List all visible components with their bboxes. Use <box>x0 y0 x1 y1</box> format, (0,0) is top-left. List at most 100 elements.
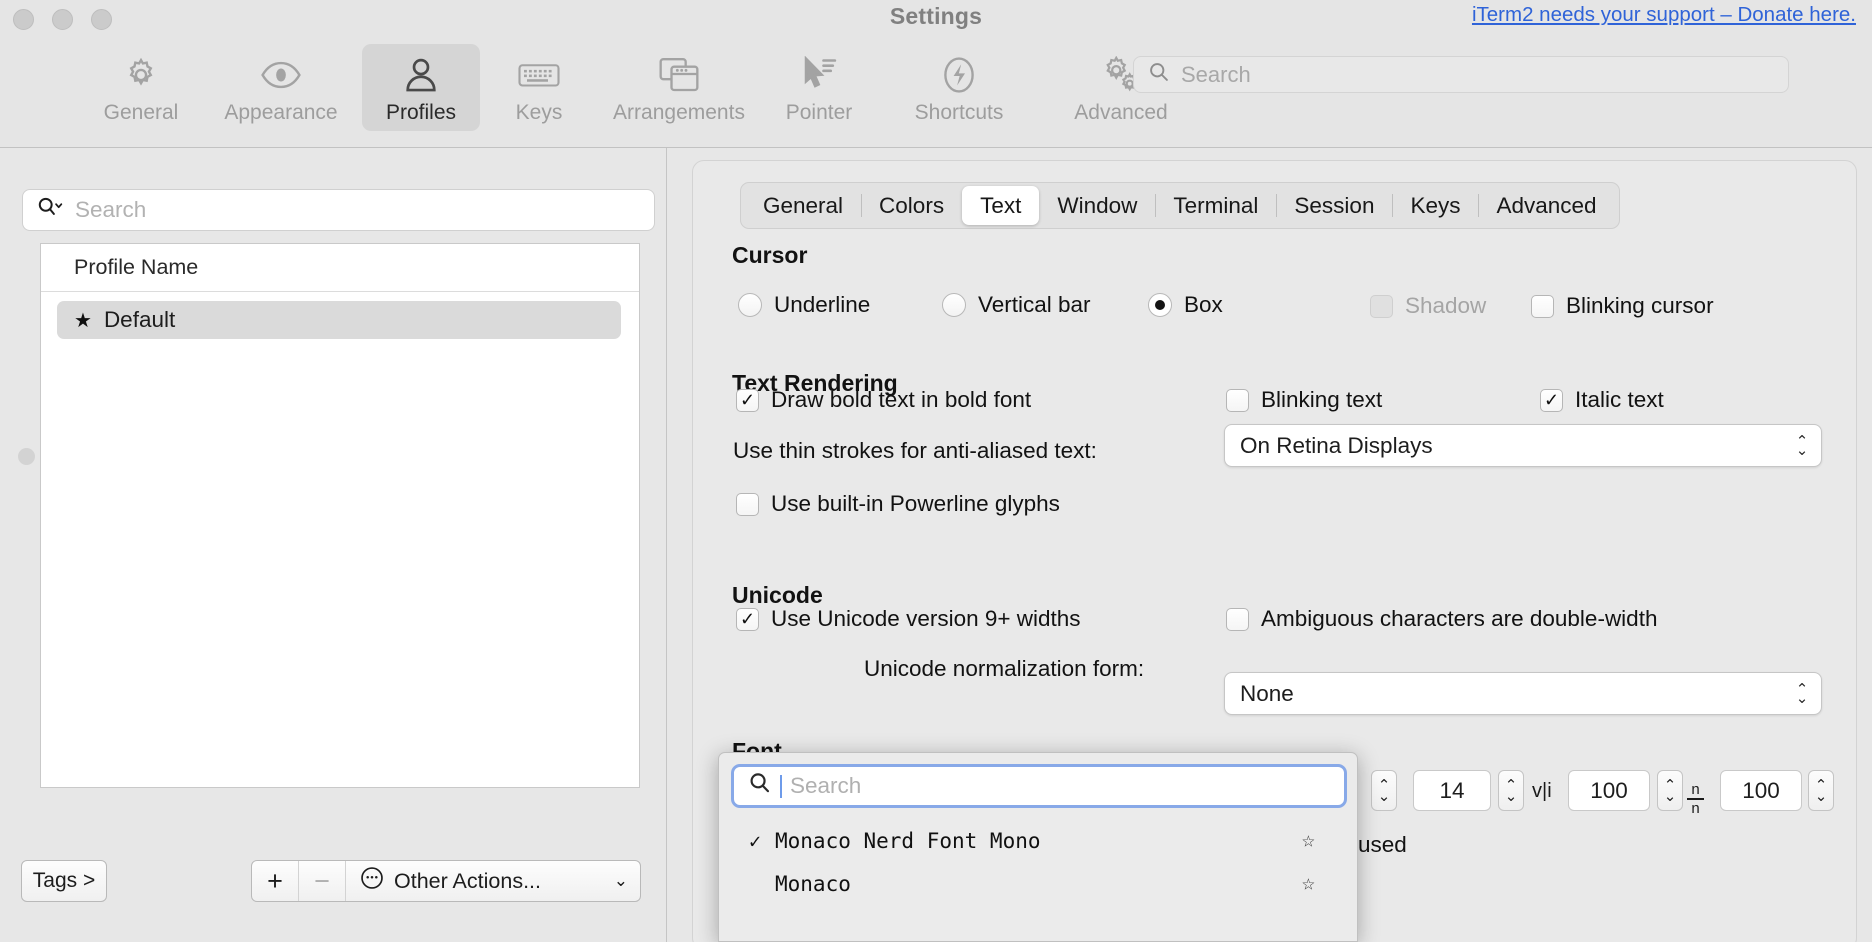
profiles-sidebar: Search Profile Name ★ Default Tags > + − <box>0 148 667 942</box>
profile-list-item[interactable]: ★ Default <box>57 301 621 339</box>
toolbar-tab-pointer[interactable]: Pointer <box>760 44 878 131</box>
cursor-option-vertical-bar[interactable]: Vertical bar <box>942 292 1091 318</box>
other-actions-label: Other Actions... <box>394 868 541 893</box>
toolbar-tab-general[interactable]: General <box>82 44 200 131</box>
profiles-table-header: Profile Name <box>41 244 639 292</box>
italic-text-checkbox[interactable]: ✓ Italic text <box>1540 387 1664 413</box>
checkbox-powerline[interactable] <box>736 492 759 516</box>
tab-keys[interactable]: Keys <box>1392 186 1478 225</box>
tab-advanced[interactable]: Advanced <box>1478 186 1614 225</box>
horizontal-spacing-field[interactable]: 100 <box>1568 770 1650 811</box>
font-size-stepper[interactable]: ⌃ ⌄ <box>1498 770 1524 811</box>
toolbar-tab-arrangements[interactable]: Arrangements <box>598 44 760 131</box>
search-dropdown-icon[interactable] <box>36 196 66 224</box>
toolbar-tab-label: Pointer <box>785 101 853 124</box>
tab-general[interactable]: General <box>745 186 861 225</box>
toolbar-tab-label: Profiles <box>385 101 457 124</box>
draw-bold-checkbox[interactable]: ✓ Draw bold text in bold font <box>736 387 1031 413</box>
chevron-down-icon: ⌄ <box>613 871 628 890</box>
tab-colors[interactable]: Colors <box>861 186 962 225</box>
tab-window[interactable]: Window <box>1039 186 1155 225</box>
powerline-checkbox[interactable]: Use built-in Powerline glyphs <box>736 491 1060 517</box>
radio-box[interactable] <box>1148 293 1172 317</box>
toolbar-tab-label: Arrangements <box>613 101 745 124</box>
star-outline-icon[interactable]: ☆ <box>1302 871 1315 896</box>
ambiguous-width-checkbox[interactable]: Ambiguous characters are double-width <box>1226 606 1657 632</box>
profile-tab-bar: General Colors Text Window Terminal Sess… <box>740 182 1620 229</box>
search-icon <box>1148 61 1170 89</box>
other-actions-button[interactable]: Other Actions... ⌄ <box>346 861 640 901</box>
checkbox-ambiguous-width[interactable] <box>1226 607 1249 631</box>
window-toolbar: Settings iTerm2 needs your support – Don… <box>0 0 1872 148</box>
font-search-field[interactable]: Search <box>731 764 1347 808</box>
toolbar-tab-profiles[interactable]: Profiles <box>362 44 480 131</box>
font-name: Monaco Nerd Font Mono <box>775 828 1041 853</box>
unicode-section-title: Unicode <box>732 582 823 608</box>
toolbar-tab-label: General <box>103 101 179 124</box>
font-size-field[interactable]: 14 <box>1413 770 1491 811</box>
profile-name: Default <box>103 307 176 332</box>
settings-toolbar-tabs: General Appearance Profiles Keys Arrange… <box>82 44 1202 131</box>
unicode-version9-label: Use Unicode version 9+ widths <box>771 606 1081 631</box>
checkbox-draw-bold[interactable]: ✓ <box>736 388 759 412</box>
text-caret <box>780 774 782 798</box>
tab-session[interactable]: Session <box>1276 186 1392 225</box>
donate-link[interactable]: iTerm2 needs your support – Donate here. <box>1472 3 1856 27</box>
radio-underline[interactable] <box>738 293 762 317</box>
chevron-updown-icon: ⌃ ⌄ <box>1795 680 1809 707</box>
tags-button[interactable]: Tags > <box>21 860 107 902</box>
horizontal-spacing-stepper[interactable]: ⌃ ⌄ <box>1657 770 1683 811</box>
radio-vertical-bar[interactable] <box>942 293 966 317</box>
profile-actions-group: + − Other Actions... ⌄ <box>251 860 641 902</box>
cursor-shadow-checkbox[interactable]: Shadow <box>1370 293 1486 319</box>
toolbar-tab-appearance[interactable]: Appearance <box>200 44 362 131</box>
powerline-label: Use built-in Powerline glyphs <box>771 491 1060 516</box>
normalization-label: Unicode normalization form: <box>864 656 1145 681</box>
keyboard-icon <box>518 52 560 98</box>
font-occluded-text: used <box>1358 832 1407 857</box>
profile-search-field[interactable]: Search <box>22 189 655 231</box>
font-search-placeholder: Search <box>790 773 862 798</box>
remove-profile-button[interactable]: − <box>299 861 346 901</box>
cursor-option-underline[interactable]: Underline <box>738 292 870 318</box>
checkbox-blinking-text[interactable] <box>1226 388 1249 412</box>
blinking-text-label: Blinking text <box>1261 387 1383 412</box>
cursor-option-label: Box <box>1184 292 1223 317</box>
font-list-item[interactable]: Monaco ☆ <box>719 862 1357 905</box>
blinking-text-checkbox[interactable]: Blinking text <box>1226 387 1382 413</box>
font-picker-popup: Search ✓ Monaco Nerd Font Mono ☆ Monaco … <box>718 752 1358 942</box>
unicode-version9-checkbox[interactable]: ✓ Use Unicode version 9+ widths <box>736 606 1081 632</box>
checkbox-italic-text[interactable]: ✓ <box>1540 388 1563 412</box>
cursor-section-title: Cursor <box>732 242 808 268</box>
thin-strokes-value: On Retina Displays <box>1240 432 1433 458</box>
tab-text[interactable]: Text <box>962 186 1040 225</box>
checkbox-blinking-cursor[interactable] <box>1531 294 1554 318</box>
tab-terminal[interactable]: Terminal <box>1155 186 1276 225</box>
normalization-label-row: Unicode normalization form: <box>864 656 1144 682</box>
italic-text-label: Italic text <box>1575 387 1664 412</box>
vertical-spacing-icon: nn <box>1687 774 1704 816</box>
search-icon <box>748 771 772 801</box>
vertical-spacing-field[interactable]: 100 <box>1720 770 1802 811</box>
toolbar-tab-keys[interactable]: Keys <box>480 44 598 131</box>
cursor-option-label: Vertical bar <box>978 292 1091 317</box>
gear-icon <box>122 52 160 98</box>
font-picker-stepper[interactable]: ⌃ ⌄ <box>1371 770 1397 811</box>
toolbar-search-field[interactable]: Search <box>1133 56 1789 93</box>
checkbox-unicode-version9[interactable]: ✓ <box>736 607 759 631</box>
cursor-icon <box>800 52 838 98</box>
normalization-value: None <box>1240 680 1294 706</box>
thin-strokes-select[interactable]: On Retina Displays ⌃ ⌄ <box>1224 424 1822 467</box>
toolbar-tab-shortcuts[interactable]: Shortcuts <box>878 44 1040 131</box>
font-list-item[interactable]: ✓ Monaco Nerd Font Mono ☆ <box>719 819 1357 862</box>
normalization-select[interactable]: None ⌃ ⌄ <box>1224 672 1822 715</box>
star-outline-icon[interactable]: ☆ <box>1302 828 1315 853</box>
chevron-updown-icon: ⌃ ⌄ <box>1795 432 1809 459</box>
add-profile-button[interactable]: + <box>252 861 299 901</box>
checkbox-shadow[interactable] <box>1370 294 1393 318</box>
sidebar-resize-handle[interactable] <box>18 448 35 465</box>
blinking-cursor-checkbox[interactable]: Blinking cursor <box>1531 293 1714 319</box>
cursor-option-box[interactable]: Box <box>1148 292 1223 318</box>
toolbar-search-placeholder: Search <box>1181 61 1251 87</box>
vertical-spacing-stepper[interactable]: ⌃ ⌄ <box>1808 770 1834 811</box>
